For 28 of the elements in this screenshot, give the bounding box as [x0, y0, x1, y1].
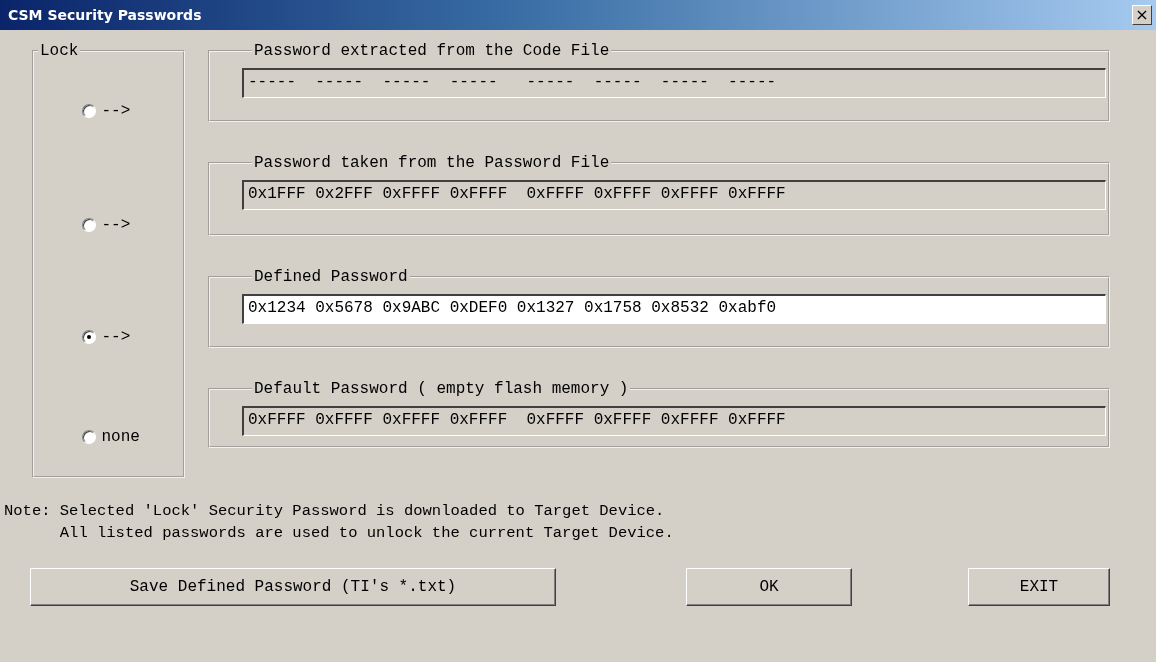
radio-circle-icon[interactable]	[81, 218, 96, 232]
radio-label: none	[101, 428, 141, 446]
group-title: Password extracted from the Code File	[253, 42, 611, 60]
radio-button[interactable]: none	[81, 428, 142, 446]
radio-button[interactable]: -->	[81, 102, 142, 120]
radio-label: -->	[101, 216, 132, 234]
password-field[interactable]: 0x1FFF 0x2FFF 0xFFFF 0xFFFF 0xFFFF 0xFFFF 0xFFFF 0xFFFF	[242, 180, 1106, 210]
radio-button[interactable]: -->	[81, 216, 142, 234]
note-text: Note: Selected 'Lock' Security Password is downloaded to Target Device.	[4, 501, 666, 522]
note-text: All listed passwords are used to unlock the current Target Device.	[58, 523, 675, 544]
window-title: CSM Security Passwords	[8, 7, 202, 23]
radio-button[interactable]: -->	[81, 328, 142, 346]
radio-circle-icon[interactable]	[81, 330, 96, 344]
password-field[interactable]: 0xFFFF 0xFFFF 0xFFFF 0xFFFF 0xFFFF 0xFFFF 0xFFFF 0xFFFF	[242, 406, 1106, 436]
radio-label: -->	[101, 328, 132, 346]
dialog-button[interactable]: OK	[686, 568, 852, 606]
radio-circle-icon[interactable]	[81, 430, 96, 444]
group-title: Default Password ( empty flash memory )	[253, 380, 630, 398]
group-title: Password taken from the Password File	[253, 154, 611, 172]
password-field[interactable]: ----- ----- ----- ----- ----- ----- ----- -----	[242, 68, 1106, 98]
dialog-button[interactable]: EXIT	[968, 568, 1110, 606]
close-button[interactable]: ×	[1132, 5, 1152, 25]
radio-circle-icon[interactable]	[81, 104, 96, 118]
group-title: Defined Password	[253, 268, 409, 286]
dialog-button[interactable]: Save Defined Password (TI's *.txt)	[30, 568, 556, 606]
radio-label: -->	[101, 102, 132, 120]
group-title: Lock	[39, 42, 80, 60]
password-field[interactable]: 0x1234 0x5678 0x9ABC 0xDEF0 0x1327 0x1758 0x8532 0xabf0	[242, 294, 1106, 324]
